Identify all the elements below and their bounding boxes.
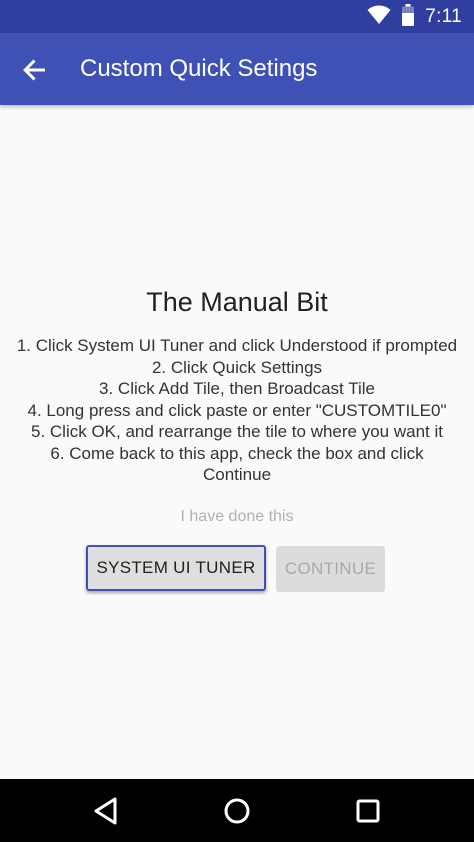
- instruction-step: 6. Come back to this app, check the box …: [50, 443, 424, 485]
- home-circle-icon[interactable]: [220, 794, 254, 828]
- battery-icon: [401, 3, 415, 31]
- page-heading: The Manual Bit: [146, 287, 328, 317]
- status-icons: 7:11: [367, 3, 462, 31]
- recents-square-icon[interactable]: [351, 794, 385, 828]
- navigation-bar: [0, 779, 474, 842]
- system-ui-tuner-button[interactable]: SYSTEM UI TUNER: [86, 545, 266, 591]
- status-time: 7:11: [425, 6, 462, 27]
- wifi-icon: [367, 5, 391, 30]
- app-title: Custom Quick Setings: [80, 55, 318, 82]
- instruction-list: 1. Click System UI Tuner and click Under…: [0, 335, 474, 486]
- instruction-step: 5. Click OK, and rearrange the tile to w…: [31, 422, 443, 441]
- screen: 7:11 Custom Quick Setings The Manual Bit…: [0, 0, 474, 842]
- arrow-back-icon[interactable]: [20, 55, 50, 85]
- instruction-step: 4. Long press and click paste or enter "…: [27, 400, 447, 420]
- back-triangle-icon[interactable]: [90, 794, 124, 828]
- instruction-step: 3. Click Add Tile, then Broadcast Tile: [99, 379, 375, 398]
- status-bar: 7:11: [0, 0, 474, 33]
- app-bar: Custom Quick Setings: [0, 33, 474, 105]
- instruction-step: 2. Click Quick Settings: [151, 357, 323, 377]
- done-checkbox-label[interactable]: I have done this: [0, 507, 474, 527]
- main-content: The Manual Bit 1. Click System UI Tuner …: [0, 105, 474, 779]
- instruction-step: 1. Click System UI Tuner and click Under…: [16, 336, 458, 355]
- continue-button[interactable]: CONTINUE: [276, 546, 385, 592]
